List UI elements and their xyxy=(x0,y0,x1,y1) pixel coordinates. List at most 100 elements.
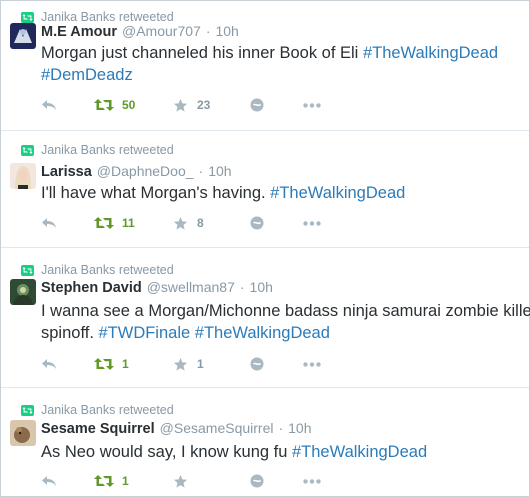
vine-icon xyxy=(250,216,264,230)
retweet-button[interactable]: 1 xyxy=(94,474,129,488)
user-handle[interactable]: @Amour707 xyxy=(122,23,201,39)
vine-icon xyxy=(250,474,264,488)
reply-icon xyxy=(42,476,56,486)
separator-dot: · xyxy=(198,163,204,179)
retweet-small-icon xyxy=(21,144,34,156)
more-options-button[interactable] xyxy=(303,220,321,226)
vine-button[interactable] xyxy=(250,216,264,230)
vine-icon xyxy=(250,98,264,112)
user-handle[interactable]: @SesameSquirrel xyxy=(160,420,274,436)
reply-button[interactable] xyxy=(41,216,57,230)
user-fullname[interactable]: M.E Amour xyxy=(41,24,117,40)
vine-button[interactable] xyxy=(250,98,264,112)
user-handle[interactable]: @DaphneDoo_ xyxy=(97,163,194,179)
avatar[interactable] xyxy=(10,23,36,49)
reply-button[interactable] xyxy=(41,357,57,371)
reply-icon xyxy=(42,359,56,369)
favorite-button[interactable]: 1 xyxy=(173,357,204,372)
hashtag-link[interactable]: #TheWalkingDead xyxy=(270,184,405,202)
more-icon xyxy=(303,478,321,484)
retweet-count: 1 xyxy=(122,357,129,371)
retweet-icon xyxy=(94,217,114,229)
favorite-count: 8 xyxy=(197,216,204,230)
tweet[interactable]: Janika Banks retweeted Larissa @DaphneDo… xyxy=(1,131,529,248)
more-options-button[interactable] xyxy=(303,478,321,484)
user-handle[interactable]: @swellman87 xyxy=(147,279,235,295)
tweet-text: As Neo would say, I know kung fu #TheWal… xyxy=(41,441,519,463)
text-segment: spinoff. xyxy=(41,324,99,342)
hashtag-link[interactable]: #TheWalkingDead xyxy=(292,443,427,461)
more-icon xyxy=(303,220,321,226)
vine-icon xyxy=(250,357,264,371)
favorite-count: 23 xyxy=(197,98,211,112)
vine-button[interactable] xyxy=(250,357,264,371)
reply-button[interactable] xyxy=(41,474,57,488)
retweet-count: 1 xyxy=(122,474,129,488)
more-options-button[interactable] xyxy=(303,361,321,367)
reply-icon xyxy=(42,100,56,110)
tweet-text: Morgan just channeled his inner Book of … xyxy=(41,42,519,86)
retweet-context: Janika Banks retweeted xyxy=(21,403,174,417)
tweet[interactable]: Janika Banks retweeted Sesame Squirrel @… xyxy=(1,388,529,496)
text-segment: Morgan just channeled his inner Book of … xyxy=(41,44,363,62)
retweet-context: Janika Banks retweeted xyxy=(21,143,174,157)
tweet-text: I'll have what Morgan's having. #TheWalk… xyxy=(41,182,519,204)
avatar[interactable] xyxy=(10,279,36,305)
reply-icon xyxy=(42,218,56,228)
favorite-button[interactable]: 8 xyxy=(173,216,204,231)
user-fullname[interactable]: Stephen David xyxy=(41,280,142,296)
retweet-small-icon xyxy=(21,264,34,276)
separator-dot: · xyxy=(239,279,245,295)
retweeted-by-label: Janika Banks retweeted xyxy=(41,403,174,417)
tweet-text: I wanna see a Morgan/Michonne badass nin… xyxy=(41,300,530,344)
tweet-text-line: spinoff. #TWDFinale #TheWalkingDead xyxy=(41,322,525,344)
retweet-button[interactable]: 50 xyxy=(94,98,135,112)
retweet-icon xyxy=(94,99,114,111)
tweet-timestamp[interactable]: 10h xyxy=(208,163,231,179)
text-segment: I'll have what Morgan's having. xyxy=(41,184,271,202)
reply-button[interactable] xyxy=(41,98,57,112)
star-icon xyxy=(173,216,188,230)
more-icon xyxy=(303,361,321,367)
retweet-count: 11 xyxy=(122,216,135,230)
hashtag-link[interactable]: #TheWalkingDead xyxy=(195,324,330,342)
more-options-button[interactable] xyxy=(303,102,321,108)
tweet-text-line: Morgan just channeled his inner Book of … xyxy=(41,42,519,64)
tweet-text-line: I'll have what Morgan's having. #TheWalk… xyxy=(41,182,519,204)
favorite-button[interactable]: 23 xyxy=(173,98,210,113)
retweet-context: Janika Banks retweeted xyxy=(21,10,174,24)
tweet-timestamp[interactable]: 10h xyxy=(250,279,273,295)
text-segment: As Neo would say, I know kung fu xyxy=(41,443,292,461)
retweet-small-icon xyxy=(21,404,34,416)
star-icon xyxy=(173,474,188,488)
tweet[interactable]: Janika Banks retweeted M.E Amour @Amour7… xyxy=(1,1,529,131)
retweet-count: 50 xyxy=(122,98,136,112)
user-fullname[interactable]: Larissa xyxy=(41,164,92,180)
retweet-icon xyxy=(94,475,114,487)
retweet-context: Janika Banks retweeted xyxy=(21,263,174,277)
retweeted-by-label: Janika Banks retweeted xyxy=(41,143,174,157)
hashtag-link[interactable]: #TWDFinale xyxy=(98,324,190,342)
tweet-text-line: As Neo would say, I know kung fu #TheWal… xyxy=(41,441,519,463)
favorite-count: 1 xyxy=(197,357,204,371)
star-icon xyxy=(173,98,188,112)
more-icon xyxy=(303,102,321,108)
tweet[interactable]: Janika Banks retweeted Stephen David @sw… xyxy=(1,248,530,388)
retweet-button[interactable]: 1 xyxy=(94,357,129,371)
separator-dot: · xyxy=(205,23,211,39)
avatar[interactable] xyxy=(10,420,36,446)
hashtag-link[interactable]: #DemDeadz xyxy=(41,66,133,84)
retweet-button[interactable]: 11 xyxy=(94,216,135,230)
retweeted-by-label: Janika Banks retweeted xyxy=(41,263,174,277)
text-segment: I wanna see a Morgan/Michonne badass nin… xyxy=(41,302,530,320)
separator-dot: · xyxy=(278,420,284,436)
vine-button[interactable] xyxy=(250,474,264,488)
tweet-timestamp[interactable]: 10h xyxy=(288,420,311,436)
favorite-button[interactable] xyxy=(173,474,197,489)
avatar[interactable] xyxy=(10,163,36,189)
retweet-icon xyxy=(94,358,114,370)
user-fullname[interactable]: Sesame Squirrel xyxy=(41,421,155,437)
tweet-timestamp[interactable]: 10h xyxy=(215,23,238,39)
hashtag-link[interactable]: #TheWalkingDead xyxy=(363,44,498,62)
star-icon xyxy=(173,357,188,371)
